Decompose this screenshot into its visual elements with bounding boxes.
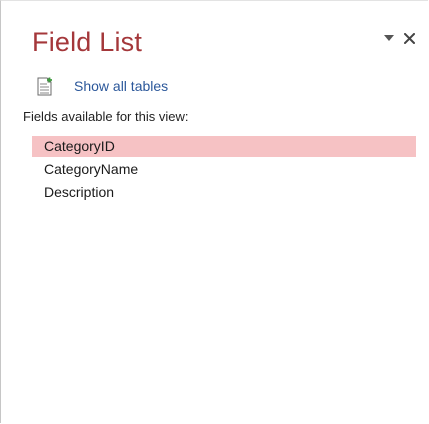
close-pane-button[interactable] <box>402 29 416 47</box>
field-list-pane: Field List Show all tables Fields availa… <box>0 0 428 423</box>
dropdown-arrow-icon <box>384 35 394 41</box>
field-item-categoryid[interactable]: CategoryID <box>32 136 416 157</box>
show-all-tables-link[interactable]: Show all tables <box>36 75 168 97</box>
pane-menu-button[interactable] <box>382 29 396 47</box>
field-item-description[interactable]: Description <box>32 182 416 203</box>
field-list: CategoryID CategoryName Description <box>32 136 416 205</box>
show-all-tables-label[interactable]: Show all tables <box>74 78 168 94</box>
close-icon <box>403 32 415 44</box>
pane-controls <box>382 29 416 47</box>
add-table-document-icon <box>36 76 54 96</box>
field-item-categoryname[interactable]: CategoryName <box>32 159 416 180</box>
fields-available-label: Fields available for this view: <box>23 109 189 124</box>
pane-title: Field List <box>32 27 143 57</box>
